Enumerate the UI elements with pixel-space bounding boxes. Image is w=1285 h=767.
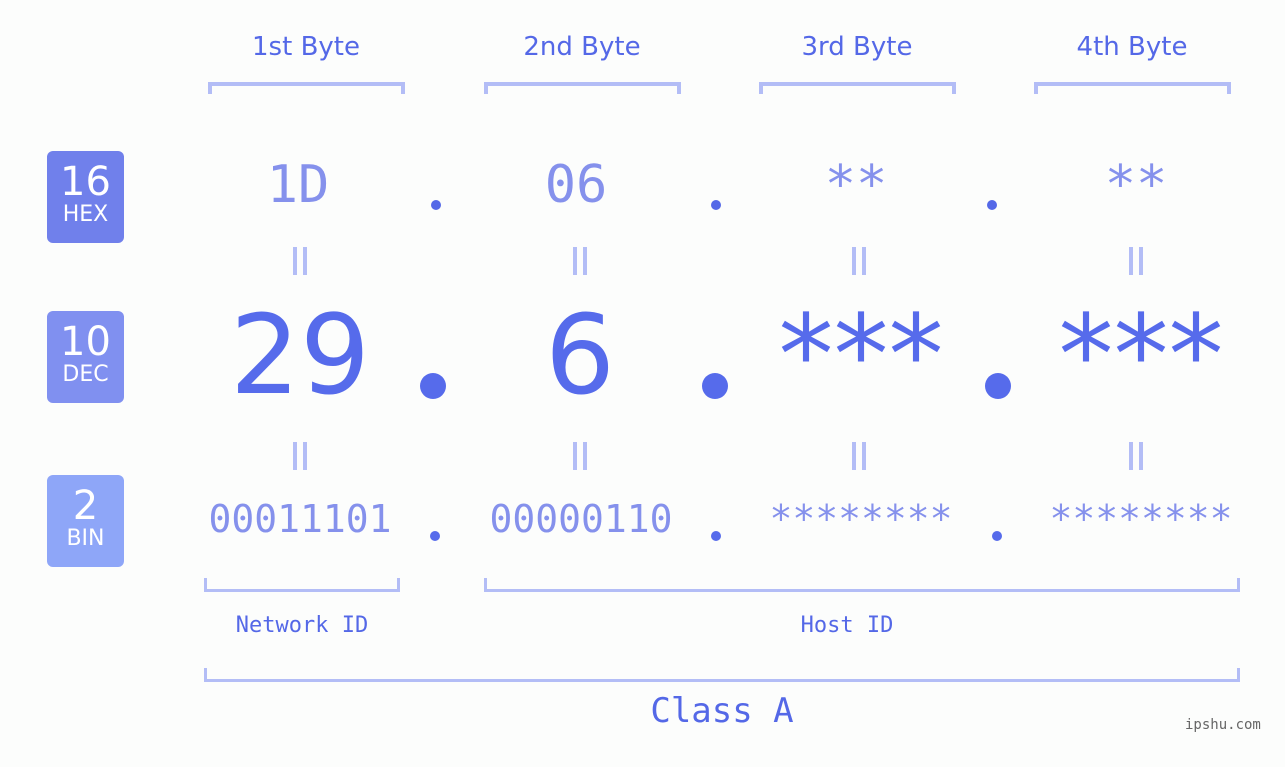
byte-header-3: 3rd Byte bbox=[801, 32, 913, 62]
bin-byte-2: 00000110 bbox=[489, 497, 673, 541]
dec-byte-3: *** bbox=[778, 291, 944, 419]
equals-icon bbox=[1129, 442, 1143, 470]
byte-header-1: 1st Byte bbox=[252, 32, 360, 62]
byte-bracket-4 bbox=[1034, 82, 1231, 94]
hex-badge-base: 16 bbox=[60, 159, 111, 205]
dec-badge-base: 10 bbox=[60, 319, 111, 365]
byte-bracket-1 bbox=[208, 82, 405, 94]
hex-dot-1 bbox=[431, 200, 441, 210]
byte-bracket-2 bbox=[484, 82, 681, 94]
bin-badge: 2 BIN bbox=[47, 475, 124, 567]
network-id-bracket bbox=[204, 578, 400, 592]
bin-dot-1 bbox=[430, 531, 440, 541]
hex-dot-3 bbox=[987, 200, 997, 210]
hex-badge: 16 HEX bbox=[47, 151, 124, 243]
dec-dot-3 bbox=[985, 373, 1011, 399]
host-id-label: Host ID bbox=[800, 613, 894, 638]
bin-byte-1: 00011101 bbox=[208, 497, 392, 541]
bin-byte-4: ******** bbox=[1049, 497, 1233, 541]
equals-icon bbox=[1129, 247, 1143, 275]
byte-header-4: 4th Byte bbox=[1076, 32, 1188, 62]
host-id-bracket bbox=[484, 578, 1240, 592]
equals-icon bbox=[293, 247, 307, 275]
dec-badge: 10 DEC bbox=[47, 311, 124, 403]
bin-dot-3 bbox=[992, 531, 1002, 541]
bin-badge-label: BIN bbox=[66, 526, 105, 551]
dec-dot-1 bbox=[420, 373, 446, 399]
dec-badge-label: DEC bbox=[62, 362, 109, 387]
network-id-label: Network ID bbox=[235, 613, 369, 638]
byte-header-2: 2nd Byte bbox=[523, 32, 641, 62]
byte-bracket-3 bbox=[759, 82, 956, 94]
hex-byte-1: 1D bbox=[266, 155, 330, 215]
hex-badge-label: HEX bbox=[62, 202, 109, 227]
class-bracket bbox=[204, 668, 1240, 682]
equals-icon bbox=[852, 247, 866, 275]
class-label: Class A bbox=[650, 691, 794, 731]
hex-byte-4: ** bbox=[1104, 155, 1168, 215]
hex-dot-2 bbox=[711, 200, 721, 210]
dec-byte-2: 6 bbox=[545, 291, 615, 419]
bin-byte-3: ******** bbox=[769, 497, 953, 541]
equals-icon bbox=[573, 442, 587, 470]
equals-icon bbox=[293, 442, 307, 470]
dec-dot-2 bbox=[702, 373, 728, 399]
watermark: ipshu.com bbox=[1185, 717, 1261, 733]
dec-byte-1: 29 bbox=[230, 291, 370, 419]
equals-icon bbox=[573, 247, 587, 275]
equals-icon bbox=[852, 442, 866, 470]
hex-byte-2: 06 bbox=[544, 155, 608, 215]
hex-byte-3: ** bbox=[824, 155, 888, 215]
bin-badge-base: 2 bbox=[72, 483, 99, 529]
bin-dot-2 bbox=[711, 531, 721, 541]
dec-byte-4: *** bbox=[1058, 291, 1224, 419]
